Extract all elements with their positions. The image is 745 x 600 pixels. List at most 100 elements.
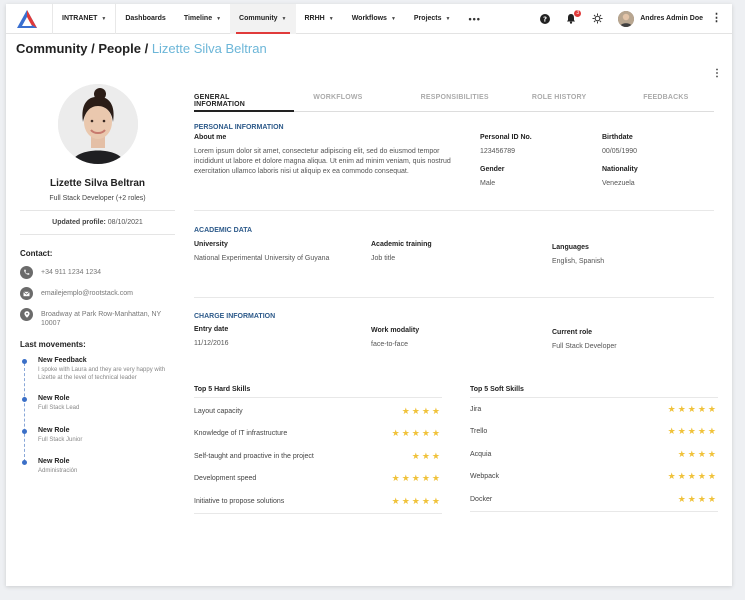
breadcrumb-community[interactable]: Community (16, 41, 88, 56)
work-modality-label: Work modality (371, 327, 420, 334)
chevron-down-icon: ▼ (281, 15, 287, 22)
timeline-desc: Full Stack Junior (38, 436, 83, 443)
timeline-desc: Administración (38, 468, 78, 475)
tab-feedbacks[interactable]: FEEDBACKS (615, 92, 714, 111)
divider (194, 297, 714, 298)
nationality-label: Nationality (602, 166, 638, 173)
skill-name: Docker (470, 495, 493, 503)
current-role-value: Full Stack Developer (552, 343, 617, 350)
nav-workflows[interactable]: Workflows ▼ (343, 4, 405, 34)
star-icon: ★ (707, 471, 718, 482)
soft-skills-section: Top 5 Soft Skills Jira ★★★★★ Trello ★★★★★ Ac… (470, 386, 718, 512)
star-icon: ★ (677, 493, 688, 504)
timeline-title: New Role (38, 394, 70, 402)
skill-row: Development speed ★★★★★ (194, 468, 442, 491)
email-text[interactable]: emailejemplo@rootstack.com (41, 287, 133, 298)
app-logo-icon[interactable] (16, 9, 38, 29)
star-icon: ★ (401, 405, 412, 416)
personal-info-title: PERSONAL INFORMATION (194, 124, 284, 131)
skill-name: Jira (470, 405, 482, 413)
academic-training-label: Academic training (371, 241, 432, 248)
skill-row: Initiative to propose solutions ★★★★★ (194, 490, 442, 513)
timeline-item: New Role Full Stack Lead (22, 394, 175, 413)
divider (20, 210, 175, 211)
profile-sidebar: Lizette Silva Beltran Full Stack Develop… (20, 80, 175, 485)
work-modality-value: face-to-face (371, 341, 408, 348)
tab-role-history[interactable]: ROLE HISTORY (504, 92, 615, 111)
star-icon: ★ (401, 428, 412, 439)
timeline-item: New Role Administración (22, 458, 175, 476)
divider (20, 234, 175, 235)
star-rating: ★★★★ (402, 406, 442, 417)
languages-block: Languages English, Spanish (552, 244, 604, 267)
academic-training-value: Job title (371, 255, 396, 262)
star-icon: ★ (667, 403, 678, 414)
star-icon: ★ (687, 493, 698, 504)
more-menu-icon[interactable]: ••• (459, 14, 489, 24)
gender-label: Gender (480, 166, 505, 173)
star-icon: ★ (411, 405, 422, 416)
nav-rrhh[interactable]: RRHH ▼ (296, 4, 343, 34)
hard-skills-section: Top 5 Hard Skills Layout capacity ★★★★ Kno… (194, 386, 442, 514)
user-avatar[interactable] (618, 10, 635, 27)
movements-heading: Last movements: (20, 340, 86, 350)
breadcrumb-people[interactable]: People (98, 41, 141, 56)
nationality-value: Venezuela (602, 180, 635, 187)
skill-name: Layout capacity (194, 407, 243, 415)
star-icon: ★ (421, 428, 432, 439)
nav-intranet[interactable]: INTRANET ▼ (52, 4, 117, 34)
divider (194, 512, 442, 514)
star-rating: ★★★ (412, 451, 442, 462)
tab-responsibilities[interactable]: RESPONSIBILITIES (397, 92, 504, 111)
user-name[interactable]: Andres Admin Doe (640, 15, 703, 22)
divider (470, 510, 718, 512)
phone-text[interactable]: +34 911 1234 1234 (41, 266, 101, 277)
timeline-dot (22, 428, 27, 434)
star-rating: ★★★★★ (668, 471, 718, 482)
main-content: GENERAL INFORMATION WORKFLOWS RESPONSIBI… (194, 92, 718, 582)
birthdate-label: Birthdate (602, 134, 633, 141)
breadcrumb-separator: / (87, 41, 99, 56)
star-icon: ★ (697, 448, 708, 459)
user-menu-kebab-icon[interactable]: ⋮ (711, 13, 722, 24)
timeline-dot (22, 359, 27, 365)
star-icon: ★ (677, 471, 688, 482)
birthdate-value: 00/05/1990 (602, 148, 638, 155)
star-rating: ★★★★★ (392, 428, 442, 439)
email-icon (20, 287, 33, 300)
star-icon: ★ (687, 403, 698, 414)
profile-tabs: GENERAL INFORMATION WORKFLOWS RESPONSIBI… (194, 92, 714, 112)
page-options-kebab-icon[interactable]: ⋮ (712, 68, 722, 79)
gender-block: Gender Male (480, 166, 505, 189)
skill-row: Self-taught and proactive in the project… (194, 445, 442, 468)
location-pin-icon (20, 308, 33, 321)
profile-updated: Updated profile: 08/10/2021 (20, 219, 175, 226)
nav-dashboards[interactable]: Dashboards (116, 4, 174, 34)
star-icon: ★ (391, 428, 402, 439)
nav-projects[interactable]: Projects ▼ (405, 4, 460, 34)
nav-community[interactable]: Community ▼ (230, 4, 296, 34)
hard-skills-list: Layout capacity ★★★★ Knowledge of IT infra… (194, 400, 442, 513)
tab-general-information[interactable]: GENERAL INFORMATION (194, 92, 295, 112)
breadcrumb-separator: / (140, 41, 152, 56)
help-icon[interactable]: ? (538, 12, 552, 26)
divider (194, 210, 714, 211)
chevron-down-icon: ▼ (328, 15, 334, 22)
contact-heading: Contact: (20, 249, 53, 258)
star-icon: ★ (391, 495, 402, 506)
notifications-bell-icon[interactable]: 3 (564, 9, 582, 26)
timeline-desc: I spoke with Laura and they are very hap… (38, 367, 166, 381)
star-icon: ★ (411, 473, 422, 484)
work-modality-block: Work modality face-to-face (371, 327, 419, 350)
nav-timeline[interactable]: Timeline ▼ (175, 4, 230, 34)
app-window: INTRANET ▼ Dashboards Timeline ▼ Community… (6, 4, 732, 586)
star-icon: ★ (667, 426, 678, 437)
university-value: National Experimental University of Guya… (194, 255, 330, 262)
soft-skills-list: Jira ★★★★★ Trello ★★★★★ Acquia ★★★★ Webpack ★★★… (470, 398, 718, 511)
tab-workflows[interactable]: WORKFLOWS (277, 92, 396, 111)
timeline-item: New Role Full Stack Junior (22, 427, 175, 445)
settings-gear-icon[interactable] (590, 12, 604, 26)
entry-date-block: Entry date 11/12/2016 (194, 326, 229, 349)
skill-name: Self-taught and proactive in the project (194, 452, 314, 460)
academic-training-block: Academic training Job title (371, 241, 432, 264)
